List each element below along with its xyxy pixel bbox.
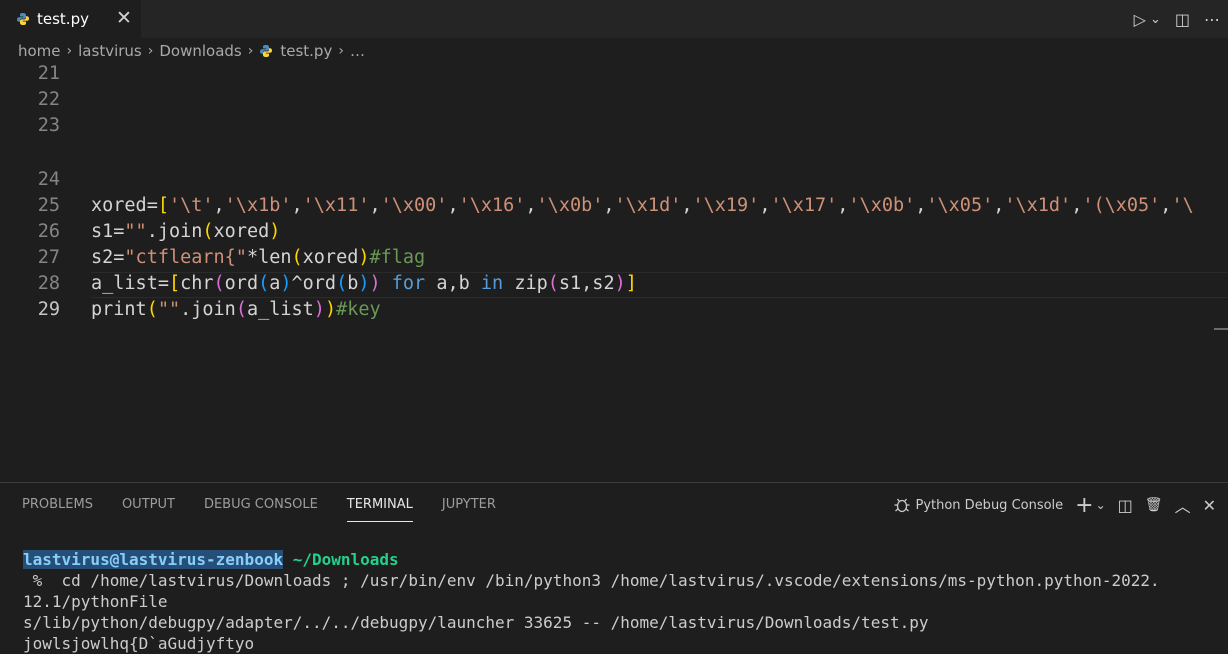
trash-icon[interactable]: 🗑 — [1145, 497, 1163, 513]
run-menu-chevron-icon[interactable]: ⌄ — [1150, 12, 1161, 27]
chevron-right-icon: › — [66, 43, 73, 59]
panel-tabs: PROBLEMS OUTPUT DEBUG CONSOLE TERMINAL J… — [0, 483, 503, 527]
debug-bug-icon — [894, 498, 910, 513]
code-text: xored=['\t','\x1b','\x11','\x00','\x16',… — [91, 195, 1194, 216]
code-line: 26 s2="ctflearn{"*len(xored)#flag — [0, 193, 425, 268]
terminal-line: 12.1/pythonFile — [23, 592, 168, 611]
terminal-name[interactable]: Python Debug Console — [915, 498, 1063, 513]
terminal-line: jowlsjowlhq{D`aGudjyftyo — [23, 634, 255, 653]
line-number: 21 — [37, 64, 60, 84]
chevron-right-icon: › — [147, 43, 154, 59]
terminal-line: s/lib/python/debugpy/adapter/../../debug… — [23, 613, 929, 632]
more-actions-icon[interactable]: ⋯ — [1204, 10, 1220, 29]
breadcrumb-item-downloads[interactable]: Downloads — [159, 42, 241, 60]
terminal-line: % cd /home/lastvirus/Downloads ; /usr/bi… — [23, 571, 1160, 590]
python-icon — [260, 45, 273, 57]
add-terminal-icon[interactable]: + — [1075, 493, 1093, 518]
line-number: 22 — [37, 89, 60, 110]
split-editor-icon[interactable]: ◫ — [1175, 10, 1190, 29]
line-number: 23 — [37, 115, 60, 136]
code-text: a_list=[chr(ord(a)^ord(b)) for a,b in zi… — [91, 273, 637, 294]
run-icon[interactable]: ▷ — [1134, 10, 1146, 29]
breadcrumb-item-file[interactable]: test.py — [280, 42, 332, 60]
scrollbar-marker[interactable] — [1214, 328, 1228, 330]
tab-debug-console[interactable]: DEBUG CONSOLE — [204, 483, 318, 527]
breadcrumb-item-home[interactable]: home — [18, 42, 61, 60]
editor-actions: ▷ ⌄ ◫ ⋯ — [1134, 0, 1220, 38]
terminal-user: lastvirus@lastvirus-zenbook — [23, 550, 284, 569]
code-line: 24 xored=['\t','\x1b','\x11','\x00','\x1… — [0, 141, 1194, 216]
line-number: 29 — [37, 299, 60, 320]
chevron-right-icon: › — [338, 43, 344, 59]
split-terminal-icon[interactable]: ◫ — [1118, 496, 1133, 515]
code-text: s1="".join(xored) — [91, 221, 281, 242]
close-panel-icon[interactable]: ✕ — [1203, 496, 1216, 515]
tab-jupyter[interactable]: JUPYTER — [442, 483, 496, 527]
breadcrumb-item-lastvirus[interactable]: lastvirus — [78, 42, 142, 60]
tab-output[interactable]: OUTPUT — [122, 483, 175, 527]
close-tab-icon[interactable]: ✕ — [116, 7, 132, 29]
chevron-down-icon[interactable]: ⌄ — [1096, 498, 1106, 512]
tab-test-py[interactable]: test.py ✕ — [0, 0, 141, 38]
code-text: print("".join(a_list))#key — [91, 299, 381, 320]
code-line: 28 print("".join(a_list))#key — [0, 245, 381, 320]
maximize-panel-icon[interactable]: ︿ — [1175, 493, 1191, 517]
code-text: s2="ctflearn{"*len(xored)#flag — [91, 247, 426, 268]
breadcrumb-more[interactable]: … — [350, 42, 365, 60]
panel-actions: Python Debug Console + ⌄ ◫ 🗑 ︿ ✕ — [893, 483, 1216, 527]
python-icon — [17, 13, 29, 25]
terminal-cwd: ~/Downloads — [283, 550, 399, 569]
code-editor[interactable]: 21 22 23 24 xored=['\t','\x1b','\x11','\… — [0, 64, 1228, 482]
tab-title: test.py — [37, 10, 89, 28]
terminal-output[interactable]: lastvirus@lastvirus-zenbook ~/Downloads … — [23, 549, 1160, 654]
tab-problems[interactable]: PROBLEMS — [22, 483, 93, 527]
chevron-right-icon: › — [247, 43, 254, 59]
tab-bar: test.py ✕ ▷ ⌄ ◫ ⋯ — [0, 0, 1228, 38]
breadcrumb: home › lastvirus › Downloads › test.py ›… — [0, 38, 1228, 64]
code-line: 25 s1="".join(xored) — [0, 167, 281, 242]
code-line: 29 — [0, 271, 60, 320]
bottom-panel: PROBLEMS OUTPUT DEBUG CONSOLE TERMINAL J… — [0, 482, 1228, 653]
tab-terminal[interactable]: TERMINAL — [346, 483, 414, 527]
code-line: 27 a_list=[chr(ord(a)^ord(b)) for a,b in… — [0, 219, 637, 294]
